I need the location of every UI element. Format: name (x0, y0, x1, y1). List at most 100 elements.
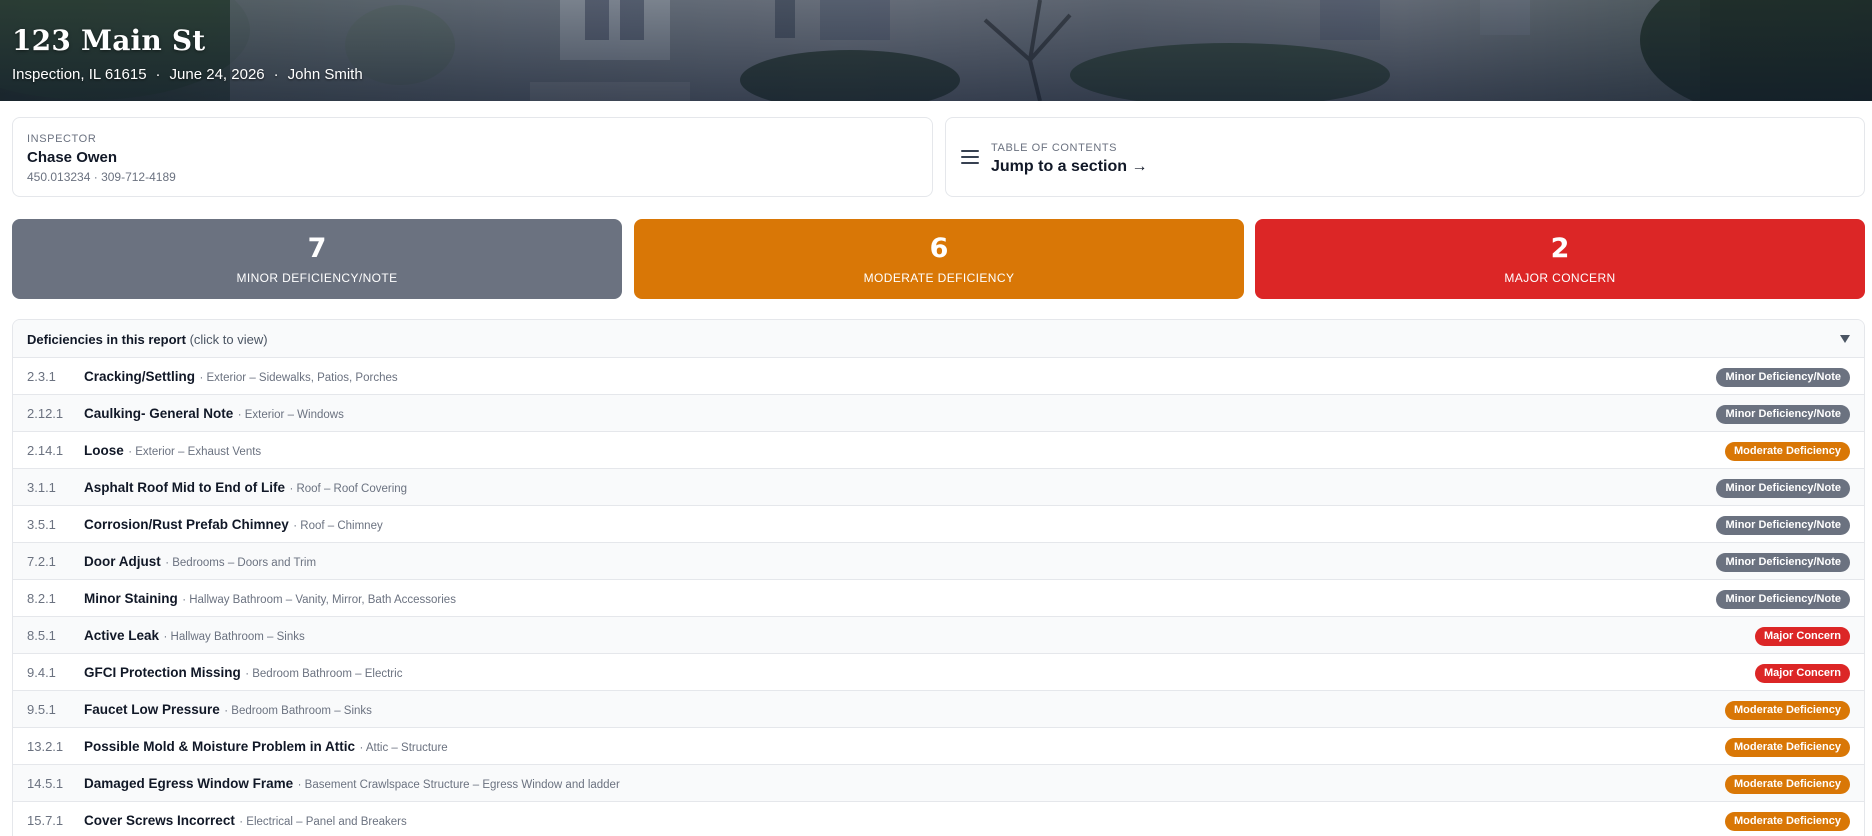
severity-badge: Moderate Deficiency (1725, 701, 1850, 720)
deficiency-number: 3.1.1 (27, 480, 56, 495)
severity-badge: Moderate Deficiency (1725, 442, 1850, 461)
deficiency-row[interactable]: 2.14.1 Loose · Exterior – Exhaust Vents Mo… (13, 432, 1864, 469)
major-count: 2 (1550, 233, 1570, 264)
deficiency-description: Possible Mold & Moisture Problem in Atti… (84, 738, 448, 756)
deficiency-location: · Roof – Roof Covering (289, 483, 408, 495)
inspection-location: Inspection, IL 61615 (12, 66, 147, 83)
deficiency-number: 2.14.1 (27, 443, 64, 458)
severity-badge: Minor Deficiency/Note (1716, 516, 1850, 535)
deficiency-title: Damaged Egress Window Frame (84, 776, 294, 791)
deficiency-title: GFCI Protection Missing (84, 665, 241, 680)
inspector-eyebrow: INSPECTOR (27, 133, 97, 145)
deficiency-row[interactable]: 3.5.1 Corrosion/Rust Prefab Chimney · Roo… (13, 506, 1864, 543)
severity-badge: Minor Deficiency/Note (1716, 368, 1850, 387)
severity-badge: Minor Deficiency/Note (1716, 405, 1850, 424)
deficiency-location: · Bedroom Bathroom – Electric (245, 668, 403, 680)
minor-count: 7 (307, 233, 327, 264)
deficiency-number: 15.7.1 (27, 813, 64, 828)
deficiency-row[interactable]: 8.2.1 Minor Staining · Hallway Bathroom –… (13, 580, 1864, 617)
deficiency-title: Caulking- General Note (84, 406, 234, 421)
deficiency-title: Loose (84, 443, 124, 458)
deficiency-list: 2.3.1 Cracking/Settling · Exterior – Side… (13, 358, 1864, 836)
meta-separator: · (155, 66, 161, 83)
deficiency-number: 13.2.1 (27, 739, 64, 754)
deficiency-location: · Attic – Structure (359, 742, 448, 754)
deficiency-description: Damaged Egress Window Frame · Basement C… (84, 775, 620, 793)
deficiency-location: · Bedrooms – Doors and Trim (165, 557, 317, 569)
toc-eyebrow: TABLE OF CONTENTS (991, 142, 1118, 154)
deficiency-description: Faucet Low Pressure · Bedroom Bathroom –… (84, 701, 372, 719)
deficiency-location: · Electrical – Panel and Breakers (239, 816, 407, 828)
deficiency-description: Loose · Exterior – Exhaust Vents (84, 442, 261, 460)
deficiency-number: 2.3.1 (27, 369, 56, 384)
property-address: 123 Main St (12, 24, 206, 57)
deficiency-row[interactable]: 13.2.1 Possible Mold & Moisture Problem i… (13, 728, 1864, 765)
inspector-contact: 450.013234 · 309-712-4189 (27, 170, 176, 184)
severity-badge: Minor Deficiency/Note (1716, 479, 1850, 498)
deficiency-row[interactable]: 3.1.1 Asphalt Roof Mid to End of Life · R… (13, 469, 1864, 506)
deficiency-title: Faucet Low Pressure (84, 702, 220, 717)
deficiency-location: · Exterior – Exhaust Vents (128, 446, 262, 458)
caret-down-icon[interactable] (1840, 335, 1850, 343)
deficiency-row[interactable]: 2.12.1 Caulking- General Note · Exterior … (13, 395, 1864, 432)
deficiencies-title: Deficiencies in this report (27, 332, 186, 347)
deficiency-description: Asphalt Roof Mid to End of Life · Roof –… (84, 479, 407, 497)
deficiency-location: · Hallway Bathroom – Sinks (163, 631, 305, 643)
deficiency-location: · Hallway Bathroom – Vanity, Mirror, Bat… (182, 594, 456, 606)
deficiency-description: Caulking- General Note · Exterior – Wind… (84, 405, 344, 423)
deficiency-location: · Roof – Chimney (293, 520, 383, 532)
table-of-contents-card[interactable]: TABLE OF CONTENTS Jump to a section → (945, 117, 1865, 197)
client-name: John Smith (287, 66, 363, 83)
menu-icon (961, 150, 979, 166)
deficiency-title: Cover Screws Incorrect (84, 813, 235, 828)
deficiency-location: · Bedroom Bathroom – Sinks (224, 705, 372, 717)
inspection-date: June 24, 2026 (169, 66, 265, 83)
deficiency-row[interactable]: 14.5.1 Damaged Egress Window Frame · Base… (13, 765, 1864, 802)
deficiency-number: 8.5.1 (27, 628, 56, 643)
summary-tile-moderate[interactable]: 6 MODERATE DEFICIENCY (634, 219, 1244, 299)
inspection-meta: Inspection, IL 61615 · June 24, 2026 · John … (12, 66, 363, 83)
inspector-name: Chase Owen (27, 149, 118, 166)
meta-separator: · (273, 66, 279, 83)
deficiency-number: 2.12.1 (27, 406, 64, 421)
deficiency-description: Cover Screws Incorrect · Electrical – Pa… (84, 812, 407, 830)
deficiency-description: Corrosion/Rust Prefab Chimney · Roof – C… (84, 516, 383, 534)
deficiency-row[interactable]: 8.5.1 Active Leak · Hallway Bathroom – Si… (13, 617, 1864, 654)
deficiency-description: Door Adjust · Bedrooms – Doors and Trim (84, 553, 316, 571)
severity-badge: Major Concern (1754, 627, 1850, 646)
deficiencies-toggle[interactable]: Deficiencies in this report (click to vi… (13, 320, 1864, 358)
deficiency-row[interactable]: 15.7.1 Cover Screws Incorrect · Electrica… (13, 802, 1864, 836)
inspector-card: INSPECTOR Chase Owen 450.013234 · 309-71… (12, 117, 933, 197)
major-label: MAJOR CONCERN (1504, 271, 1616, 285)
deficiencies-heading: Deficiencies in this report (click to vi… (27, 332, 268, 347)
deficiency-row[interactable]: 9.5.1 Faucet Low Pressure · Bedroom Bathr… (13, 691, 1864, 728)
moderate-count: 6 (929, 233, 949, 264)
deficiency-description: Minor Staining · Hallway Bathroom – Vani… (84, 590, 456, 608)
severity-badge: Moderate Deficiency (1725, 812, 1850, 831)
deficiency-row[interactable]: 7.2.1 Door Adjust · Bedrooms – Doors and … (13, 543, 1864, 580)
deficiency-number: 9.4.1 (27, 665, 56, 680)
deficiency-number: 3.5.1 (27, 517, 56, 532)
deficiency-number: 14.5.1 (27, 776, 64, 791)
deficiency-number: 8.2.1 (27, 591, 56, 606)
minor-label: MINOR DEFICIENCY/NOTE (236, 271, 398, 285)
severity-badge: Moderate Deficiency (1725, 775, 1850, 794)
deficiency-row[interactable]: 2.3.1 Cracking/Settling · Exterior – Side… (13, 358, 1864, 395)
hero-banner: 123 Main St Inspection, IL 61615 · June 24… (0, 0, 1872, 101)
severity-badge: Major Concern (1754, 664, 1850, 683)
severity-badge: Minor Deficiency/Note (1716, 590, 1850, 609)
severity-badge: Minor Deficiency/Note (1716, 553, 1850, 572)
deficiencies-panel: Deficiencies in this report (click to vi… (12, 319, 1865, 836)
deficiency-title: Minor Staining (84, 591, 178, 606)
deficiency-number: 7.2.1 (27, 554, 56, 569)
deficiency-number: 9.5.1 (27, 702, 56, 717)
deficiency-title: Corrosion/Rust Prefab Chimney (84, 517, 289, 532)
deficiency-description: Active Leak · Hallway Bathroom – Sinks (84, 627, 305, 645)
summary-tile-minor[interactable]: 7 MINOR DEFICIENCY/NOTE (12, 219, 622, 299)
jump-to-section-link[interactable]: Jump to a section → (991, 158, 1147, 176)
deficiency-row[interactable]: 9.4.1 GFCI Protection Missing · Bedroom B… (13, 654, 1864, 691)
deficiency-title: Cracking/Settling (84, 369, 196, 384)
deficiencies-hint: (click to view) (189, 332, 268, 347)
summary-tile-major[interactable]: 2 MAJOR CONCERN (1255, 219, 1865, 299)
deficiency-title: Door Adjust (84, 554, 161, 569)
